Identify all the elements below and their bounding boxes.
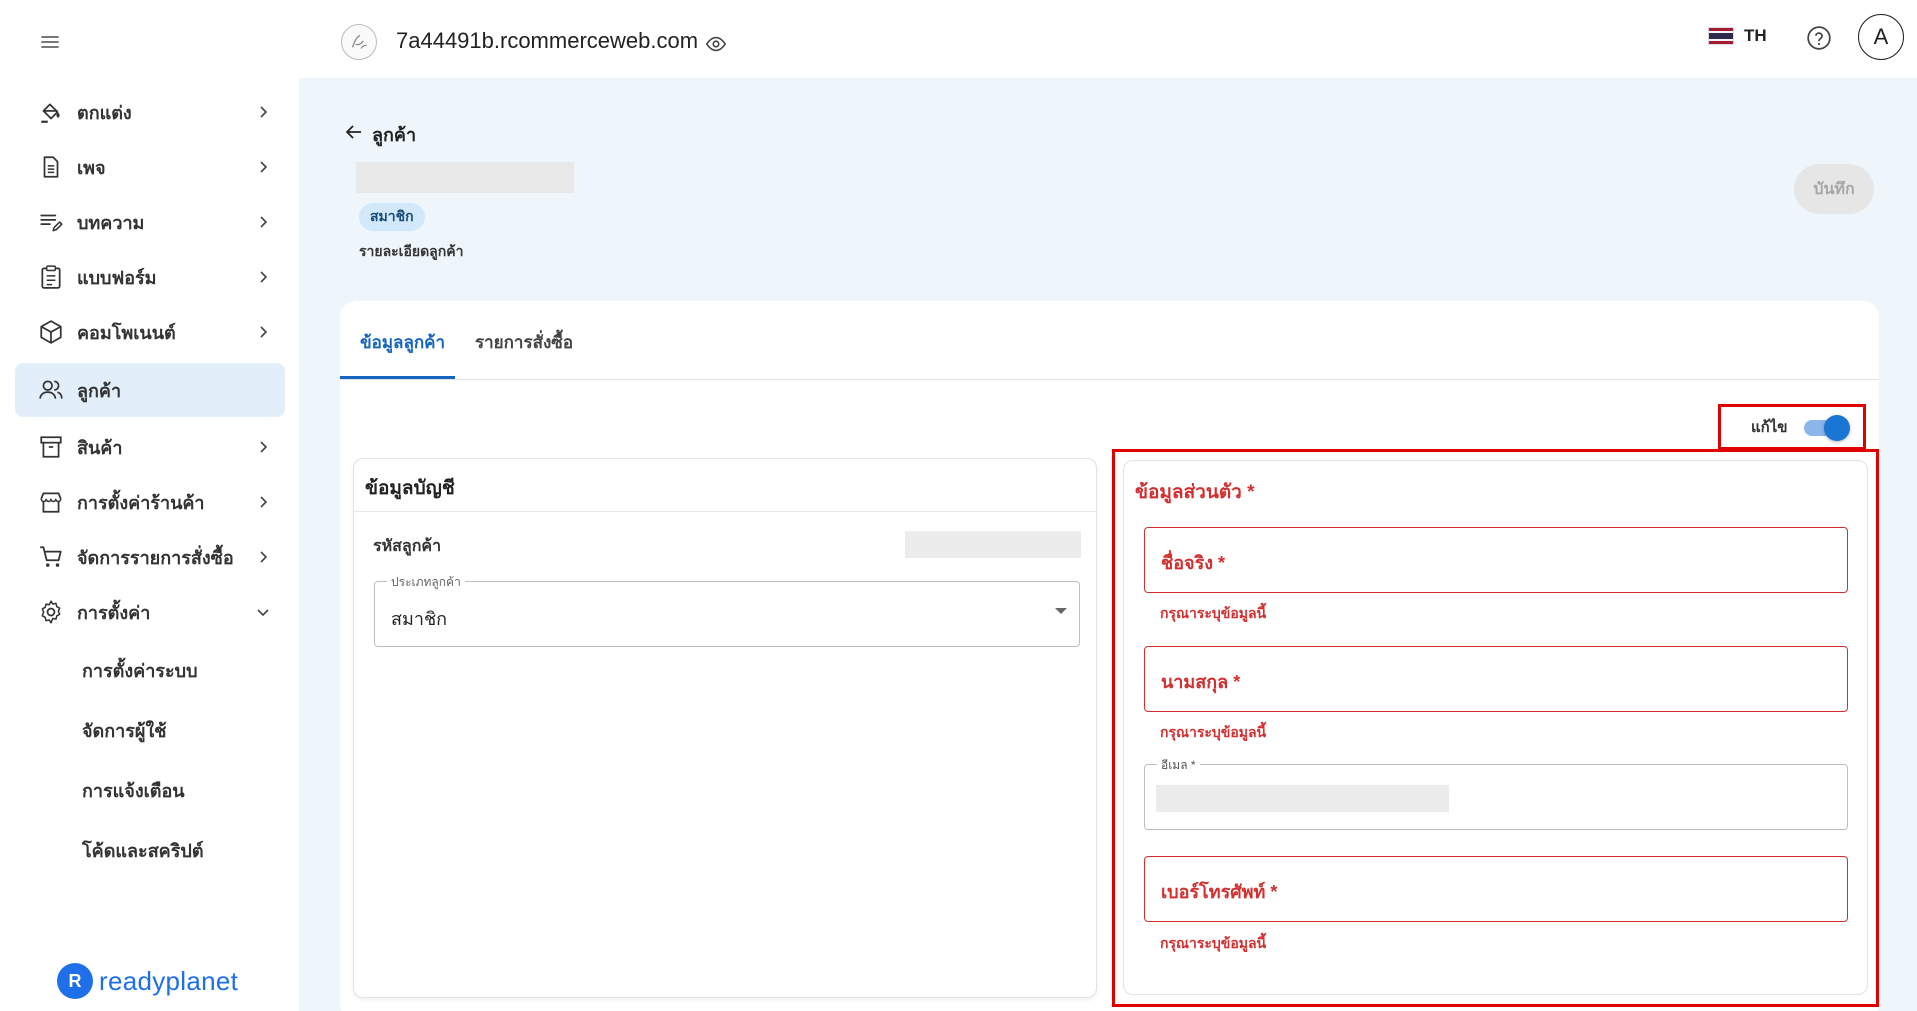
chevron-right-icon: [253, 492, 273, 512]
chevron-right-icon: [253, 437, 273, 457]
logo-text: readyplanet: [99, 965, 239, 996]
customer-code-placeholder: [905, 531, 1081, 558]
sidebar-item-label: การตั้งค่า: [77, 602, 151, 623]
personal-info-card: ข้อมูลส่วนตัว * ชื่อจริง * กรุณาระบุข้อม…: [1123, 460, 1868, 995]
edit-toggle-container: แก้ไข: [1718, 404, 1866, 450]
site-title: 7a44491b.rcommerceweb.com: [396, 28, 699, 53]
chevron-right-icon: [253, 212, 273, 232]
chevron-right-icon: [253, 267, 273, 287]
phone-error: กรุณาระบุข้อมูลนี้: [1160, 935, 1267, 951]
account-info-title: ข้อมูลบัญชี: [365, 478, 455, 499]
article-icon: [37, 208, 65, 236]
sidebar-item-decorate[interactable]: ตกแต่ง: [15, 85, 285, 139]
product-icon: [37, 433, 65, 461]
last-name-field[interactable]: นามสกุล *: [1144, 646, 1848, 712]
store-icon: [37, 488, 65, 516]
chevron-right-icon: [253, 547, 273, 567]
email-field[interactable]: อีเมล *: [1144, 756, 1848, 830]
sidebar-item-label: แบบฟอร์ม: [77, 267, 157, 288]
sidebar-item-orders[interactable]: จัดการรายการสั่งซื้อ: [15, 530, 285, 584]
tabs-divider: [340, 379, 1879, 380]
sidebar-item-component[interactable]: คอมโพเนนต์: [15, 305, 285, 359]
customer-code-label: รหัสลูกค้า: [373, 538, 442, 555]
topbar: 7a44491b.rcommerceweb.com TH A: [299, 0, 1917, 78]
component-icon: [37, 318, 65, 346]
language-switcher[interactable]: TH: [1708, 26, 1767, 46]
form-icon: [37, 263, 65, 291]
first-name-field[interactable]: ชื่อจริง *: [1144, 527, 1848, 593]
personal-info-highlight: ข้อมูลส่วนตัว * ชื่อจริง * กรุณาระบุข้อม…: [1112, 449, 1879, 1007]
sidebar-item-label: การตั้งค่าร้านค้า: [77, 492, 205, 513]
switch-knob: [1823, 415, 1850, 441]
site-logo-icon: [341, 24, 377, 60]
sidebar-item-article[interactable]: บทความ: [15, 195, 285, 249]
sidebar-subitem-notifications[interactable]: การแจ้งเตือน: [82, 770, 185, 810]
sidebar-item-product[interactable]: สินค้า: [15, 420, 285, 474]
personal-info-title: ข้อมูลส่วนตัว *: [1135, 482, 1255, 503]
email-label: อีเมล *: [1157, 756, 1200, 775]
sidebar-item-customers[interactable]: ลูกค้า: [15, 363, 285, 417]
sidebar-subitem-system-settings[interactable]: การตั้งค่าระบบ: [82, 650, 198, 690]
chevron-right-icon: [253, 322, 273, 342]
chevron-right-icon: [253, 157, 273, 177]
sidebar-item-store-settings[interactable]: การตั้งค่าร้านค้า: [15, 475, 285, 529]
customer-detail-card: ข้อมูลลูกค้า รายการสั่งซื้อ แก้ไข ข้อมูล…: [340, 301, 1879, 1011]
menu-icon[interactable]: [38, 30, 62, 54]
arrow-left-icon: [344, 122, 364, 147]
language-label: TH: [1744, 26, 1767, 45]
tab-orders[interactable]: รายการสั่งซื้อ: [475, 329, 573, 356]
sidebar-item-label: คอมโพเนนต์: [77, 322, 176, 343]
first-name-error: กรุณาระบุข้อมูลนี้: [1160, 605, 1267, 621]
help-icon[interactable]: [1806, 25, 1832, 51]
thai-flag-icon: [1708, 27, 1734, 45]
readyplanet-logo-mark: R: [57, 963, 93, 999]
sidebar-item-page[interactable]: เพจ: [15, 140, 285, 194]
sidebar-item-label: ตกแต่ง: [77, 102, 132, 123]
phone-field[interactable]: เบอร์โทรศัพท์ *: [1144, 856, 1848, 922]
customer-type-select[interactable]: ประเภทลูกค้า สมาชิก: [374, 573, 1080, 647]
sidebar-item-label: สินค้า: [77, 437, 123, 458]
page-subtitle: รายละเอียดลูกค้า: [359, 243, 464, 259]
chevron-down-icon: [253, 602, 273, 622]
cart-icon: [37, 543, 65, 571]
customers-icon: [37, 376, 65, 404]
last-name-label: นามสกุล *: [1161, 672, 1241, 692]
page-icon: [37, 153, 65, 181]
main-area: 7a44491b.rcommerceweb.com TH A ลูกค้า สม…: [299, 0, 1917, 1011]
edit-toggle-label: แก้ไข: [1751, 419, 1788, 436]
email-placeholder: [1156, 785, 1449, 812]
sidebar-subitem-user-management[interactable]: จัดการผู้ใช้: [82, 710, 166, 750]
sidebar-item-label: จัดการรายการสั่งซื้อ: [77, 547, 234, 568]
sidebar-item-label: เพจ: [77, 157, 106, 178]
phone-label: เบอร์โทรศัพท์ *: [1161, 882, 1278, 902]
back-label: ลูกค้า: [372, 125, 417, 145]
account-info-card: ข้อมูลบัญชี รหัสลูกค้า ประเภทลูกค้า สมาช…: [353, 458, 1097, 998]
sidebar-item-settings[interactable]: การตั้งค่า: [15, 585, 285, 639]
readyplanet-logo: R readyplanet: [57, 963, 238, 999]
first-name-label: ชื่อจริง *: [1161, 553, 1226, 573]
member-badge: สมาชิก: [359, 203, 425, 231]
paint-bucket-icon: [37, 98, 65, 126]
back-link[interactable]: ลูกค้า: [344, 120, 416, 149]
edit-toggle-switch[interactable]: [1802, 414, 1850, 441]
customer-type-value: สมาชิก: [391, 609, 448, 629]
last-name-error: กรุณาระบุข้อมูลนี้: [1160, 724, 1267, 740]
customer-type-label: ประเภทลูกค้า: [387, 573, 465, 592]
card-divider: [354, 511, 1096, 512]
chevron-right-icon: [253, 102, 273, 122]
gear-icon: [37, 598, 65, 626]
sidebar-item-label: บทความ: [77, 212, 145, 233]
sidebar-item-form[interactable]: แบบฟอร์ม: [15, 250, 285, 304]
sidebar-subitem-code-scripts[interactable]: โค้ดและสคริปต์: [82, 830, 204, 870]
sidebar-item-label: ลูกค้า: [77, 380, 122, 401]
tab-customer-info[interactable]: ข้อมูลลูกค้า: [360, 329, 445, 356]
sidebar: ตกแต่ง เพจ บทความ แบบฟอร์ม คอมโพเนนต์ ลู…: [0, 0, 299, 1011]
save-button[interactable]: บันทึก: [1794, 164, 1874, 214]
customer-name-placeholder: [356, 162, 574, 193]
eye-icon[interactable]: [705, 33, 727, 55]
caret-down-icon: [1055, 608, 1067, 614]
user-avatar[interactable]: A: [1858, 14, 1904, 60]
